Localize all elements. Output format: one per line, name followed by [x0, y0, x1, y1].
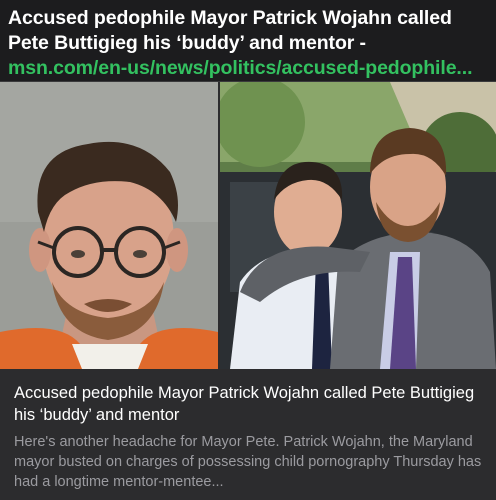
card-title[interactable]: Accused pedophile Mayor Patrick Wojahn c…: [14, 382, 484, 426]
group-photo: [220, 82, 496, 369]
post-text-body: Accused pedophile Mayor Patrick Wojahn c…: [8, 7, 452, 54]
post-text: Accused pedophile Mayor Patrick Wojahn c…: [8, 6, 490, 81]
preview-image[interactable]: [0, 82, 496, 369]
mugshot-photo: [0, 82, 218, 369]
link-preview-card[interactable]: Accused pedophile Mayor Patrick Wojahn c…: [0, 81, 496, 500]
card-description: Here's another headache for Mayor Pete. …: [14, 434, 482, 490]
article-link[interactable]: msn.com/en-us/news/politics/accused-pedo…: [8, 57, 472, 79]
